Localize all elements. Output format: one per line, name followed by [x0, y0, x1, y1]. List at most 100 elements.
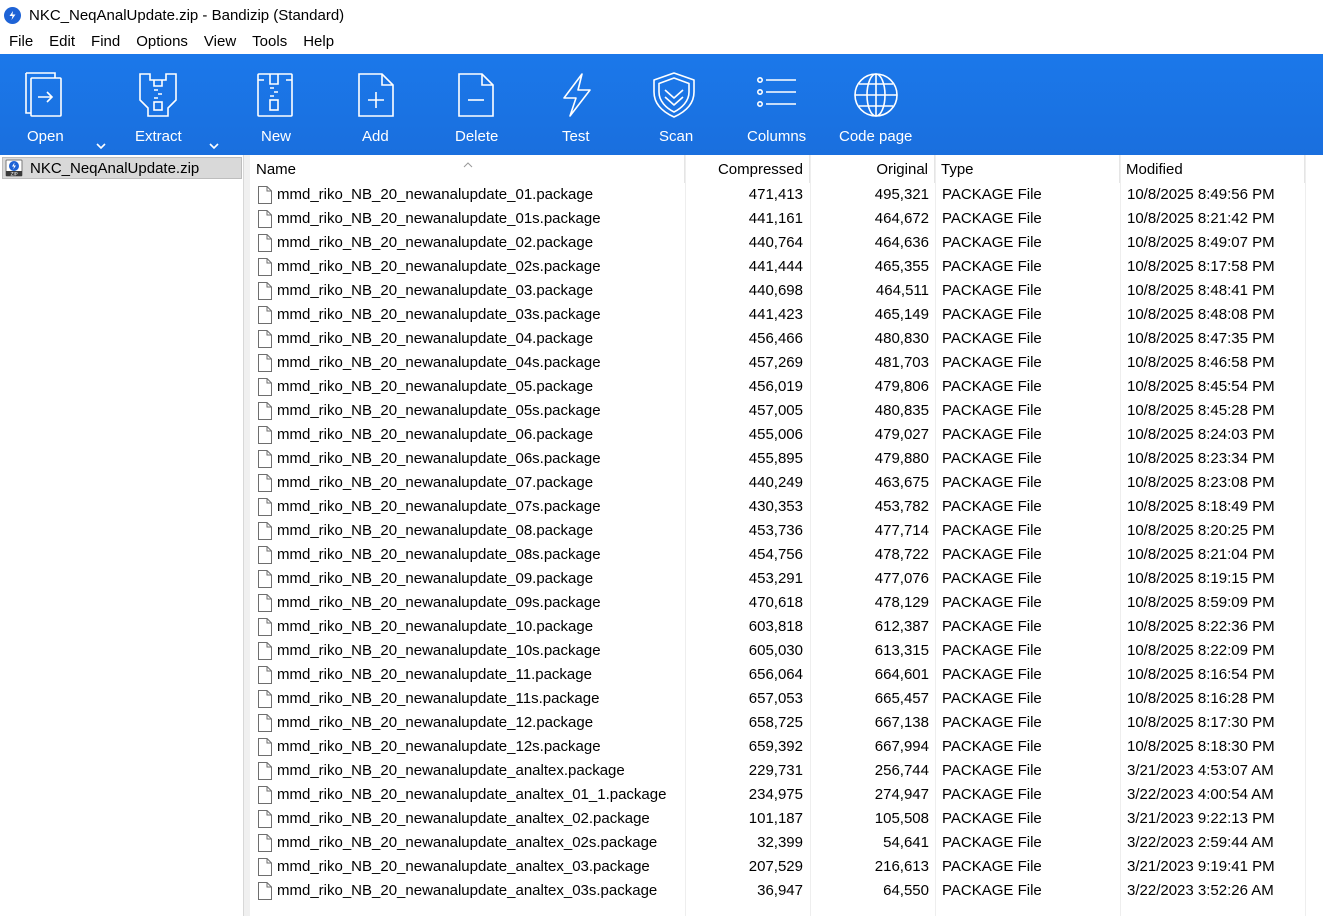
test-button[interactable]: Test — [536, 54, 616, 155]
columns-list-icon — [752, 70, 800, 120]
file-row[interactable]: mmd_riko_NB_20_newanalupdate_03s.package… — [250, 303, 1323, 327]
delete-button[interactable]: Delete — [436, 54, 516, 155]
file-row[interactable]: mmd_riko_NB_20_newanalupdate_10.package 6… — [250, 615, 1323, 639]
file-type: PACKAGE File — [942, 474, 1042, 491]
file-row[interactable]: mmd_riko_NB_20_newanalupdate_01s.package… — [250, 207, 1323, 231]
code-page-button[interactable]: Code page — [836, 54, 916, 155]
file-type: PACKAGE File — [942, 306, 1042, 323]
column-header-original-label: Original — [876, 161, 928, 178]
add-button[interactable]: Add — [336, 54, 416, 155]
file-modified: 10/8/2025 8:47:35 PM — [1127, 330, 1275, 347]
column-header-original[interactable]: Original — [810, 155, 935, 183]
file-compressed-size: 453,736 — [748, 522, 803, 539]
file-original-size: 664,601 — [874, 666, 929, 683]
file-original-size: 464,672 — [874, 210, 929, 227]
file-row[interactable]: mmd_riko_NB_20_newanalupdate_03.package 4… — [250, 279, 1323, 303]
file-row[interactable]: mmd_riko_NB_20_newanalupdate_07s.package… — [250, 495, 1323, 519]
column-header-type[interactable]: Type — [935, 155, 1120, 183]
column-header-modified[interactable]: Modified — [1120, 155, 1305, 183]
file-modified: 10/8/2025 8:23:08 PM — [1127, 474, 1275, 491]
extract-button[interactable]: Extract — [118, 54, 208, 155]
file-row[interactable]: mmd_riko_NB_20_newanalupdate_04.package 4… — [250, 327, 1323, 351]
file-row[interactable]: mmd_riko_NB_20_newanalupdate_08.package 4… — [250, 519, 1323, 543]
file-row[interactable]: mmd_riko_NB_20_newanalupdate_09s.package… — [250, 591, 1323, 615]
file-compressed-size: 456,466 — [748, 330, 803, 347]
file-compressed-size: 455,006 — [748, 426, 803, 443]
file-row[interactable]: mmd_riko_NB_20_newanalupdate_01.package 4… — [250, 183, 1323, 207]
file-row[interactable]: mmd_riko_NB_20_newanalupdate_11s.package… — [250, 687, 1323, 711]
file-modified: 10/8/2025 8:48:41 PM — [1127, 282, 1275, 299]
file-type: PACKAGE File — [942, 570, 1042, 587]
menu-find[interactable]: Find — [83, 30, 128, 54]
new-button[interactable]: New — [236, 54, 316, 155]
file-original-size: 480,830 — [874, 330, 929, 347]
file-row[interactable]: mmd_riko_NB_20_newanalupdate_04s.package… — [250, 351, 1323, 375]
menu-options[interactable]: Options — [128, 30, 196, 54]
add-label: Add — [362, 128, 389, 145]
file-modified: 3/22/2023 3:52:26 AM — [1127, 882, 1274, 899]
file-row[interactable]: mmd_riko_NB_20_newanalupdate_02.package 4… — [250, 231, 1323, 255]
file-type: PACKAGE File — [942, 258, 1042, 275]
file-row[interactable]: mmd_riko_NB_20_newanalupdate_05.package 4… — [250, 375, 1323, 399]
file-compressed-size: 430,353 — [748, 498, 803, 515]
file-name: mmd_riko_NB_20_newanalupdate_analtex_03.… — [277, 858, 650, 875]
file-row[interactable]: mmd_riko_NB_20_newanalupdate_09.package 4… — [250, 567, 1323, 591]
file-original-size: 479,806 — [874, 378, 929, 395]
file-row[interactable]: mmd_riko_NB_20_newanalupdate_12s.package… — [250, 735, 1323, 759]
file-original-size: 256,744 — [874, 762, 929, 779]
menu-view[interactable]: View — [196, 30, 244, 54]
bandizip-app-icon — [4, 6, 21, 24]
menu-file[interactable]: File — [0, 30, 41, 54]
file-type: PACKAGE File — [942, 186, 1042, 203]
menu-edit[interactable]: Edit — [41, 30, 83, 54]
file-modified: 3/21/2023 4:53:07 AM — [1127, 762, 1274, 779]
file-name: mmd_riko_NB_20_newanalupdate_12s.package — [277, 738, 601, 755]
file-name: mmd_riko_NB_20_newanalupdate_10.package — [277, 618, 594, 635]
file-name: mmd_riko_NB_20_newanalupdate_11s.package — [277, 690, 600, 707]
file-row[interactable]: mmd_riko_NB_20_newanalupdate_06s.package… — [250, 447, 1323, 471]
file-modified: 10/8/2025 8:24:03 PM — [1127, 426, 1275, 443]
file-original-size: 667,994 — [874, 738, 929, 755]
columns-label: Columns — [747, 128, 807, 145]
file-original-size: 464,511 — [875, 282, 929, 299]
file-type: PACKAGE File — [942, 522, 1042, 539]
menu-help[interactable]: Help — [295, 30, 342, 54]
scan-button[interactable]: Scan — [636, 54, 716, 155]
file-original-size: 480,835 — [874, 402, 929, 419]
file-name: mmd_riko_NB_20_newanalupdate_analtex.pac… — [277, 762, 625, 779]
file-compressed-size: 470,618 — [748, 594, 803, 611]
extract-label: Extract — [135, 128, 182, 145]
file-row[interactable]: mmd_riko_NB_20_newanalupdate_07.package 4… — [250, 471, 1323, 495]
open-button[interactable]: Open — [0, 54, 90, 155]
extract-dropdown-arrow[interactable] — [208, 142, 222, 152]
file-original-size: 105,508 — [874, 810, 929, 827]
file-row[interactable]: mmd_riko_NB_20_newanalupdate_analtex_03s… — [250, 879, 1323, 903]
columns-button[interactable]: Columns — [736, 54, 816, 155]
file-row[interactable]: mmd_riko_NB_20_newanalupdate_analtex_03.… — [250, 855, 1323, 879]
file-modified: 10/8/2025 8:18:30 PM — [1127, 738, 1275, 755]
add-file-icon — [352, 70, 400, 120]
open-dropdown-arrow[interactable] — [95, 142, 109, 152]
file-modified: 10/8/2025 8:20:25 PM — [1127, 522, 1275, 539]
file-row[interactable]: mmd_riko_NB_20_newanalupdate_06.package 4… — [250, 423, 1323, 447]
file-compressed-size: 454,756 — [748, 546, 803, 563]
file-row[interactable]: mmd_riko_NB_20_newanalupdate_10s.package… — [250, 639, 1323, 663]
file-modified: 10/8/2025 8:48:08 PM — [1127, 306, 1275, 323]
file-compressed-size: 456,019 — [748, 378, 803, 395]
file-modified: 3/22/2023 4:00:54 AM — [1127, 786, 1274, 803]
file-row[interactable]: mmd_riko_NB_20_newanalupdate_analtex_01_… — [250, 783, 1323, 807]
file-row[interactable]: mmd_riko_NB_20_newanalupdate_08s.package… — [250, 543, 1323, 567]
file-row[interactable]: mmd_riko_NB_20_newanalupdate_02s.package… — [250, 255, 1323, 279]
file-row[interactable]: mmd_riko_NB_20_newanalupdate_12.package 6… — [250, 711, 1323, 735]
menu-tools[interactable]: Tools — [244, 30, 295, 54]
file-row[interactable]: mmd_riko_NB_20_newanalupdate_analtex_02s… — [250, 831, 1323, 855]
file-compressed-size: 234,975 — [748, 786, 803, 803]
file-row[interactable]: mmd_riko_NB_20_newanalupdate_11.package 6… — [250, 663, 1323, 687]
file-row[interactable]: mmd_riko_NB_20_newanalupdate_analtex.pac… — [250, 759, 1323, 783]
file-type: PACKAGE File — [942, 354, 1042, 371]
file-type: PACKAGE File — [942, 210, 1042, 227]
column-header-compressed[interactable]: Compressed — [685, 155, 810, 183]
tree-item-archive-root[interactable]: ZIP NKC_NeqAnalUpdate.zip — [2, 157, 242, 179]
file-row[interactable]: mmd_riko_NB_20_newanalupdate_05s.package… — [250, 399, 1323, 423]
file-row[interactable]: mmd_riko_NB_20_newanalupdate_analtex_02.… — [250, 807, 1323, 831]
